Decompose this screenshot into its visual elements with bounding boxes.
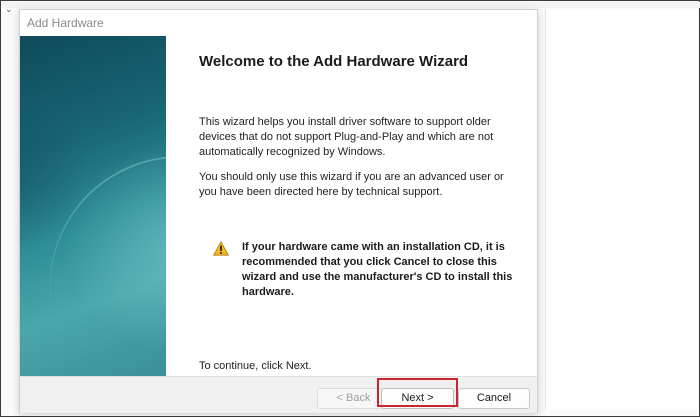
wizard-content: Welcome to the Add Hardware Wizard This … [166,36,537,376]
wizard-advice: You should only use this wizard if you a… [199,171,504,198]
add-hardware-dialog: Add Hardware Welcome to the Add Hardware… [19,9,538,413]
warning-message: If your hardware came with an installati… [242,241,513,298]
button-bar: < Back Next > Cancel [20,376,537,413]
wizard-heading: Welcome to the Add Hardware Wizard [199,53,469,70]
cancel-button[interactable]: Cancel [458,388,530,409]
back-button[interactable]: < Back [317,388,390,409]
wizard-description: This wizard helps you install driver sof… [199,116,494,158]
next-button[interactable]: Next > [381,388,454,409]
continue-instruction: To continue, click Next. [199,360,312,372]
warning-triangle-icon [213,241,229,256]
window-title: Add Hardware [27,16,104,30]
title-bar[interactable]: Add Hardware [20,10,537,36]
background-window-pane [545,9,698,409]
wizard-side-graphic [20,36,166,376]
background-window-top [2,2,700,8]
chevron-down-icon: ⌄ [5,5,13,15]
screenshot-frame: ⌄ Add Hardware Welcome to the Add Hardwa… [0,0,700,417]
